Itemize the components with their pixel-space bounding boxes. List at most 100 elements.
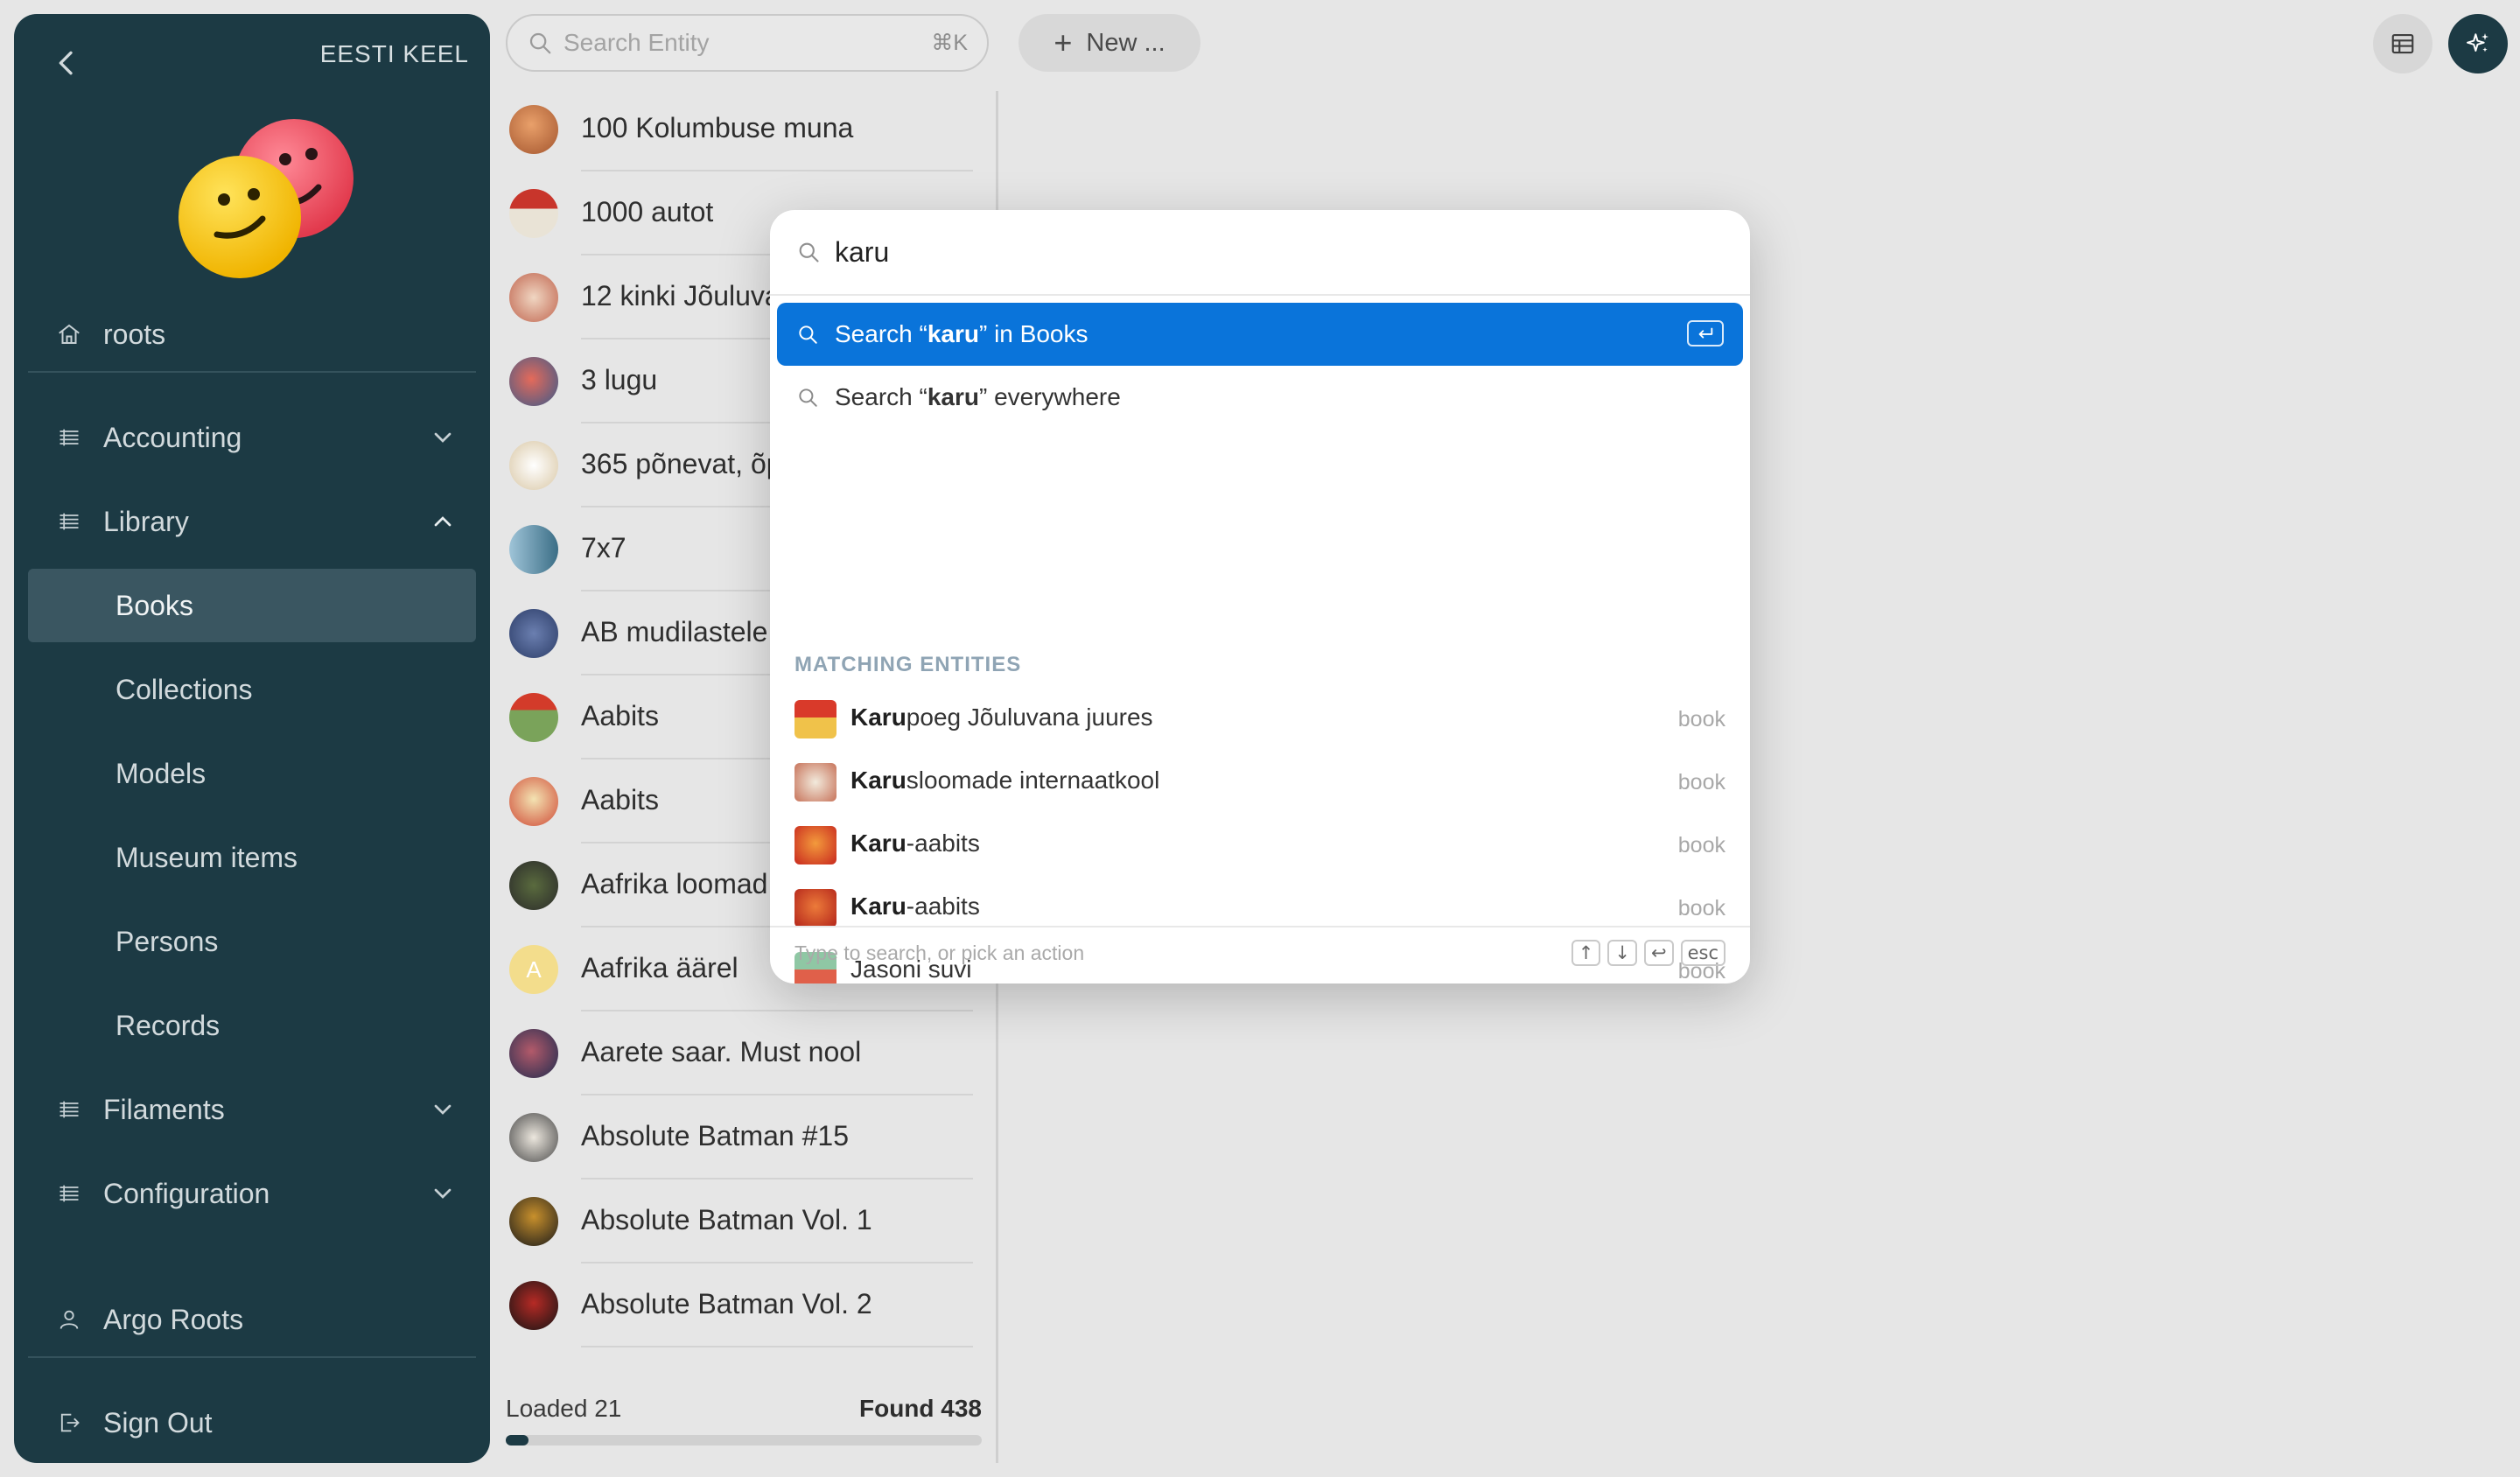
entity-result[interactable]: Karusloomade internaatkool book xyxy=(770,749,1750,812)
palette-footer-hint: Type to search, or pick an action xyxy=(794,942,1085,964)
search-entity-input[interactable]: Search Entity ⌘K xyxy=(506,14,989,72)
entity-type: book xyxy=(1677,707,1726,732)
table-view-button[interactable] xyxy=(2373,14,2432,74)
book-cover-thumbnail xyxy=(509,1113,558,1162)
list-item-title: Aabits xyxy=(581,784,659,816)
sidebar-item-persons[interactable]: Persons xyxy=(28,905,476,978)
book-cover-thumbnail xyxy=(794,700,836,738)
book-cover-thumbnail xyxy=(509,357,558,406)
action-label: Search “karu” everywhere xyxy=(835,383,1121,410)
book-cover-thumbnail xyxy=(509,1029,558,1078)
sidebar-item-label: Models xyxy=(116,757,206,789)
sign-out-button[interactable]: Sign Out xyxy=(28,1386,476,1460)
language-switch[interactable]: EESTI KEEL xyxy=(320,40,469,68)
load-progress-fill xyxy=(506,1435,529,1446)
book-cover-thumbnail xyxy=(509,1281,558,1330)
divider xyxy=(581,1346,973,1348)
sidebar-item-user[interactable]: Argo Roots xyxy=(28,1283,476,1356)
entity-result[interactable]: Karu-aabits book xyxy=(770,812,1750,875)
app-logo xyxy=(178,119,354,278)
sidebar-item-collections[interactable]: Collections xyxy=(28,653,476,726)
new-button[interactable]: + New ... xyxy=(1018,14,1200,72)
sidebar-item-models[interactable]: Models xyxy=(28,737,476,810)
book-cover-thumbnail xyxy=(509,777,558,826)
chevron-down-icon[interactable] xyxy=(429,424,457,452)
list-icon xyxy=(54,1179,84,1208)
divider xyxy=(581,1010,973,1012)
list-item[interactable]: Absolute Batman #15 xyxy=(506,1102,973,1186)
divider xyxy=(770,926,1750,928)
table-view-icon xyxy=(2391,33,2414,54)
chevron-left-icon[interactable] xyxy=(49,46,84,80)
sidebar-item-label: Accounting xyxy=(103,421,242,453)
search-icon xyxy=(529,32,551,54)
entity-type: book xyxy=(1677,770,1726,794)
arrow-up-key: ↑ xyxy=(1571,940,1601,966)
list-item[interactable]: Aarete saar. Must nool xyxy=(506,1018,973,1102)
entity-result[interactable]: Karu-aabits book xyxy=(770,875,1750,938)
sidebar-item-home[interactable]: roots xyxy=(28,298,476,371)
divider xyxy=(581,1178,973,1180)
divider xyxy=(581,1094,973,1096)
ai-assistant-button[interactable] xyxy=(2448,14,2508,74)
divider xyxy=(581,170,973,172)
sidebar-item-label: Books xyxy=(116,589,193,621)
list-icon xyxy=(54,507,84,536)
sidebar: EESTI KEEL roots Accounting Library Book… xyxy=(14,14,490,1463)
book-cover-thumbnail xyxy=(509,693,558,742)
book-cover-thumbnail xyxy=(509,273,558,322)
list-item-title: 3 lugu xyxy=(581,364,658,396)
sign-out-icon xyxy=(54,1408,84,1438)
book-cover-thumbnail xyxy=(794,763,836,802)
search-shortcut: ⌘K xyxy=(931,31,968,55)
sidebar-item-books[interactable]: Books xyxy=(28,569,476,642)
list-icon xyxy=(54,1095,84,1124)
book-cover-thumbnail xyxy=(509,441,558,490)
chevron-down-icon[interactable] xyxy=(429,1180,457,1208)
sidebar-item-label: Persons xyxy=(116,925,219,957)
placeholder-avatar: A xyxy=(509,945,558,994)
book-cover-thumbnail xyxy=(509,609,558,658)
entity-result[interactable]: Karupoeg Jõuluvana juures book xyxy=(770,686,1750,749)
list-item-title: 1000 autot xyxy=(581,196,714,228)
list-item-title: 100 Kolumbuse muna xyxy=(581,112,854,144)
divider xyxy=(770,294,1750,296)
list-item-title: Absolute Batman Vol. 1 xyxy=(581,1204,872,1236)
search-in-books-action[interactable]: Search “karu” in Books xyxy=(777,303,1743,366)
sidebar-item-records[interactable]: Records xyxy=(28,989,476,1062)
plus-icon: + xyxy=(1054,24,1073,60)
enter-key-icon xyxy=(1687,320,1724,346)
list-item[interactable]: Absolute Batman Vol. 2 xyxy=(506,1270,973,1354)
sidebar-section-filaments[interactable]: Filaments xyxy=(28,1073,476,1146)
sidebar-section-configuration[interactable]: Configuration xyxy=(28,1157,476,1230)
sidebar-item-label: Collections xyxy=(116,673,253,705)
palette-search-input[interactable]: karu xyxy=(770,210,1750,294)
sidebar-item-label: Records xyxy=(116,1009,220,1041)
entity-name: Karu-aabits xyxy=(850,830,980,857)
list-item-title: Aafrika loomad xyxy=(581,868,768,900)
sidebar-section-accounting[interactable]: Accounting xyxy=(28,401,476,474)
chevron-up-icon[interactable] xyxy=(429,508,457,536)
home-icon xyxy=(54,319,84,349)
list-status: Loaded 21 Found 438 xyxy=(506,1395,982,1423)
list-item[interactable]: Absolute Batman Vol. 1 xyxy=(506,1186,973,1270)
list-item-title: 7x7 xyxy=(581,532,626,564)
chevron-down-icon[interactable] xyxy=(429,1096,457,1124)
list-item-title: AB mudilastele xyxy=(581,616,768,648)
action-label: Search “karu” in Books xyxy=(835,320,1088,347)
book-cover-thumbnail xyxy=(509,525,558,574)
sign-out-label: Sign Out xyxy=(103,1406,213,1438)
search-icon xyxy=(799,242,819,262)
found-count: Found 438 xyxy=(858,1395,982,1422)
user-name: Argo Roots xyxy=(103,1303,244,1335)
entity-type: book xyxy=(1677,896,1726,920)
book-cover-thumbnail xyxy=(509,189,558,238)
sidebar-section-library[interactable]: Library xyxy=(28,485,476,558)
divider xyxy=(28,1356,476,1358)
search-everywhere-action[interactable]: Search “karu” everywhere xyxy=(777,366,1743,429)
entity-name: Karusloomade internaatkool xyxy=(850,766,1160,794)
sidebar-item-museum-items[interactable]: Museum items xyxy=(28,821,476,894)
list-item[interactable]: 100 Kolumbuse muna xyxy=(506,94,973,178)
search-icon xyxy=(799,326,817,344)
list-item-title: Aarete saar. Must nool xyxy=(581,1036,862,1068)
